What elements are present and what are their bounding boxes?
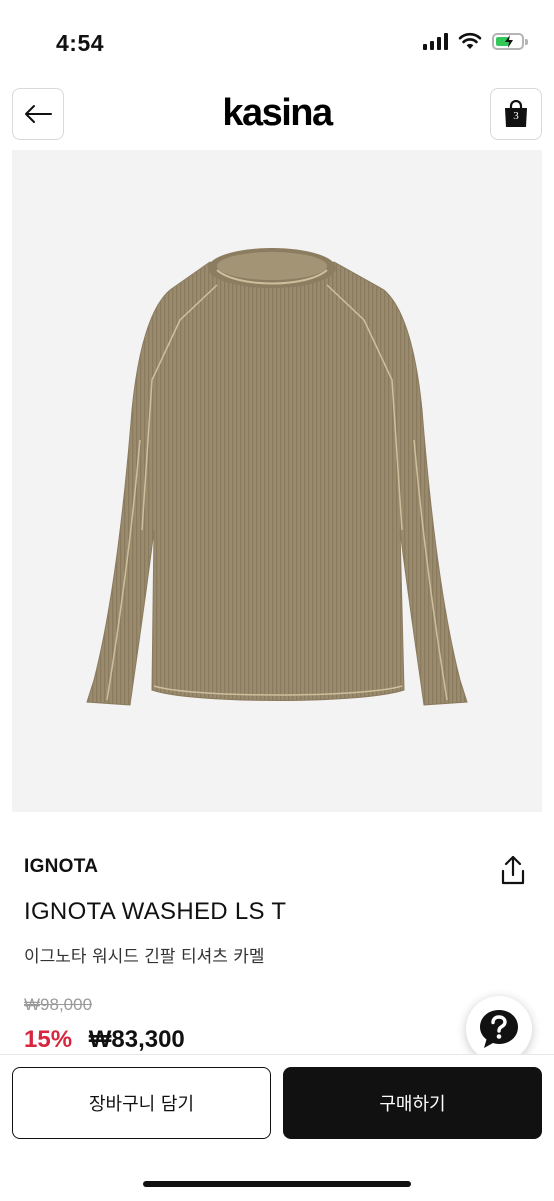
product-name-korean: 이그노타 워시드 긴팔 티셔츠 카멜 bbox=[24, 947, 265, 967]
add-to-cart-button[interactable]: 장바구니 담기 bbox=[12, 1067, 271, 1139]
battery-icon bbox=[492, 32, 528, 50]
discount-rate: 15% bbox=[24, 1026, 73, 1053]
kasina-logo[interactable]: kasina bbox=[0, 92, 554, 135]
help-chat-button[interactable] bbox=[466, 996, 532, 1062]
question-mark-icon bbox=[480, 1010, 518, 1048]
sweater-illustration bbox=[86, 248, 468, 706]
product-image[interactable] bbox=[12, 150, 542, 812]
wifi-icon bbox=[458, 32, 482, 49]
sale-price: ₩83,300 bbox=[88, 1026, 185, 1053]
price-row: 15% ₩83,300 bbox=[24, 1026, 185, 1054]
product-name: IGNOTA WASHED LS T bbox=[24, 898, 287, 925]
status-bar: 4:54 bbox=[0, 0, 554, 80]
cart-button[interactable]: 3 bbox=[490, 88, 542, 140]
shopping-bag-icon: 3 bbox=[503, 100, 529, 128]
status-time: 4:54 bbox=[56, 30, 105, 56]
share-icon bbox=[501, 855, 525, 885]
cart-count-badge: 3 bbox=[513, 110, 519, 122]
share-button[interactable] bbox=[498, 854, 528, 886]
buy-now-button[interactable]: 구매하기 bbox=[283, 1067, 542, 1139]
brand-name[interactable]: IGNOTA bbox=[24, 856, 98, 878]
original-price: ₩98,000 bbox=[24, 995, 93, 1014]
home-indicator[interactable] bbox=[143, 1181, 411, 1187]
header: kasina 3 bbox=[0, 84, 554, 144]
bottom-action-bar: 장바구니 담기 구매하기 bbox=[0, 1054, 554, 1201]
cellular-signal-icon bbox=[423, 32, 448, 50]
status-icons bbox=[423, 32, 528, 50]
